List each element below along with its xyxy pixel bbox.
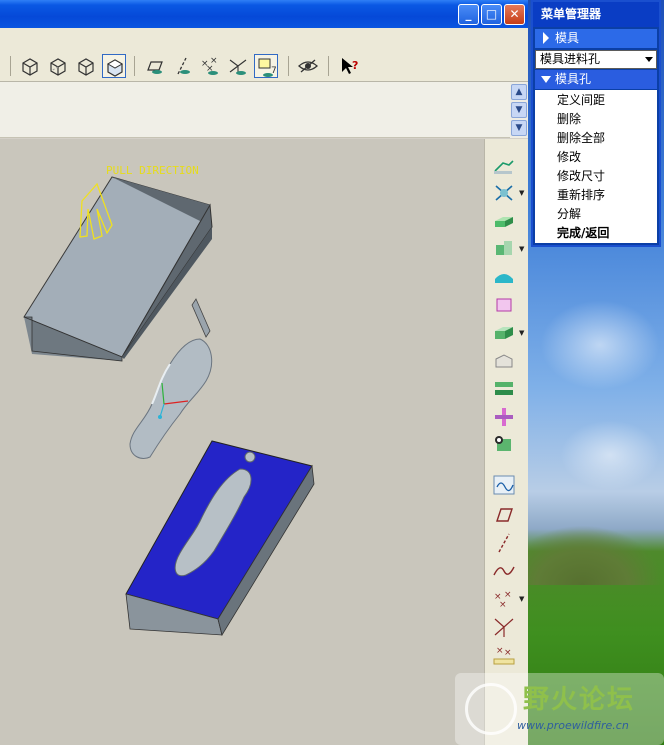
message-area bbox=[0, 82, 510, 138]
workpiece-icon[interactable] bbox=[491, 209, 517, 233]
hidden-line-icon[interactable] bbox=[46, 54, 70, 78]
datum-point-display-icon[interactable]: × × × bbox=[198, 54, 222, 78]
menu-item-done-return[interactable]: 完成/返回 bbox=[557, 225, 609, 242]
triangle-right-icon bbox=[543, 32, 549, 44]
minimize-button[interactable]: _ bbox=[458, 4, 479, 25]
svg-text:×: × bbox=[496, 646, 504, 656]
chevron-down-icon bbox=[645, 57, 653, 62]
svg-text:×: × bbox=[504, 590, 512, 600]
proe-main-window: _ □ ✕ × × × 7 ? ▲ ▼ ▼ PULL DIRECTION ▼ ▼… bbox=[0, 0, 528, 745]
annotation-display-icon[interactable]: 7 bbox=[254, 54, 278, 78]
mold-feature-dropdown[interactable]: 模具进料孔 bbox=[535, 50, 657, 69]
menu-item-delete[interactable]: 删除 bbox=[557, 111, 581, 128]
scroll-down-button[interactable]: ▼ bbox=[511, 102, 527, 118]
forum-watermark: 野火论坛 www.proewildfire.cn bbox=[455, 673, 664, 745]
dropdown-arrow-icon[interactable]: ▼ bbox=[519, 329, 524, 337]
toolbar-separator bbox=[328, 56, 329, 76]
shading-icon[interactable] bbox=[102, 54, 126, 78]
runner-icon[interactable] bbox=[491, 405, 517, 429]
menu-item-define-spacing[interactable]: 定义间距 bbox=[557, 92, 605, 109]
watermark-url: www.proewildfire.cn bbox=[517, 719, 629, 732]
datum-plane-icon[interactable] bbox=[491, 503, 517, 527]
dropdown-arrow-icon[interactable]: ▼ bbox=[519, 595, 524, 603]
menu-item-reorder[interactable]: 重新排序 bbox=[557, 187, 605, 204]
submenu-header-label: 模具孔 bbox=[555, 72, 592, 86]
context-help-icon[interactable]: ? bbox=[338, 54, 362, 78]
toolbar-separator bbox=[288, 56, 289, 76]
upper-mold-block[interactable] bbox=[23, 176, 213, 362]
view-toolbar: × × × 7 ? bbox=[0, 28, 528, 82]
sketch-icon[interactable] bbox=[491, 473, 517, 497]
scroll-up-button[interactable]: ▲ bbox=[511, 84, 527, 100]
shrinkage-icon[interactable] bbox=[491, 181, 517, 205]
datum-point-icon[interactable]: × × × bbox=[491, 587, 517, 611]
menu-manager-panel: 菜单管理器 模具 模具进料孔 模具孔 定义间距 删除 删除全部 修改 修改尺寸 … bbox=[531, 0, 661, 247]
datum-axis-icon[interactable] bbox=[491, 531, 517, 555]
wallpaper-cloud bbox=[540, 300, 660, 390]
graphics-viewport[interactable]: PULL DIRECTION bbox=[0, 139, 484, 745]
mold-volume-icon[interactable] bbox=[491, 153, 517, 177]
scroll-expand-button[interactable]: ▼ bbox=[511, 120, 527, 136]
mold-layout-icon[interactable] bbox=[491, 433, 517, 457]
submenu-header-mold-hole[interactable]: 模具孔 bbox=[535, 70, 657, 89]
watermark-title: 野火论坛 bbox=[523, 685, 636, 715]
window-titlebar: _ □ ✕ bbox=[0, 0, 528, 28]
sweep-surface-icon[interactable] bbox=[491, 265, 517, 289]
menu-item-mold-label: 模具 bbox=[555, 31, 580, 45]
no-hidden-icon[interactable] bbox=[74, 54, 98, 78]
skirt-surface-icon[interactable] bbox=[491, 293, 517, 317]
menu-item-delete-all[interactable]: 删除全部 bbox=[557, 130, 605, 147]
message-scrollbar[interactable]: ▲ ▼ ▼ bbox=[510, 82, 528, 138]
toolbar-separator bbox=[134, 56, 135, 76]
triangle-down-icon bbox=[541, 76, 551, 83]
lower-mold-block[interactable] bbox=[125, 440, 315, 637]
menu-manager-title: 菜单管理器 bbox=[533, 2, 659, 27]
datum-plane-display-icon[interactable] bbox=[142, 54, 166, 78]
close-button[interactable]: ✕ bbox=[504, 4, 525, 25]
hide-eye-icon[interactable] bbox=[296, 54, 320, 78]
dropdown-arrow-icon[interactable]: ▼ bbox=[519, 189, 524, 197]
svg-text:×: × bbox=[499, 600, 507, 610]
datum-axis-display-icon[interactable] bbox=[170, 54, 194, 78]
pull-direction-label: PULL DIRECTION bbox=[106, 164, 199, 177]
toolbar-separator bbox=[10, 56, 11, 76]
wallpaper-cloud bbox=[560, 420, 660, 490]
dropdown-arrow-icon[interactable]: ▼ bbox=[519, 245, 524, 253]
csys-display-icon[interactable] bbox=[226, 54, 250, 78]
analysis-icon[interactable]: × × bbox=[491, 643, 517, 667]
menu-item-explode[interactable]: 分解 bbox=[557, 206, 581, 223]
wireframe-icon[interactable] bbox=[18, 54, 42, 78]
menu-item-modify[interactable]: 修改 bbox=[557, 149, 581, 166]
submenu-list: 定义间距 删除 删除全部 修改 修改尺寸 重新排序 分解 完成/返回 bbox=[535, 90, 657, 243]
datum-curve-icon[interactable] bbox=[491, 559, 517, 583]
mold-opening-icon[interactable] bbox=[491, 377, 517, 401]
parting-surface-icon[interactable] bbox=[491, 237, 517, 261]
screen: { "window": { "min_glyph": "_", "max_gly… bbox=[0, 0, 664, 745]
extract-icon[interactable] bbox=[491, 349, 517, 373]
feature-toolbar: ▼ ▼ ▼ × × × ▼ × × bbox=[484, 139, 528, 745]
menu-item-mold[interactable]: 模具 bbox=[535, 29, 657, 48]
svg-text:?: ? bbox=[352, 59, 358, 72]
maximize-button[interactable]: □ bbox=[481, 4, 502, 25]
menu-item-modify-dimension[interactable]: 修改尺寸 bbox=[557, 168, 605, 185]
watermark-logo-icon bbox=[465, 683, 517, 735]
dropdown-selected-value: 模具进料孔 bbox=[540, 52, 601, 66]
volume-split-icon[interactable] bbox=[491, 321, 517, 345]
svg-text:×: × bbox=[504, 648, 512, 658]
wallpaper-hill bbox=[528, 525, 664, 585]
coordinate-system-icon[interactable] bbox=[491, 615, 517, 639]
